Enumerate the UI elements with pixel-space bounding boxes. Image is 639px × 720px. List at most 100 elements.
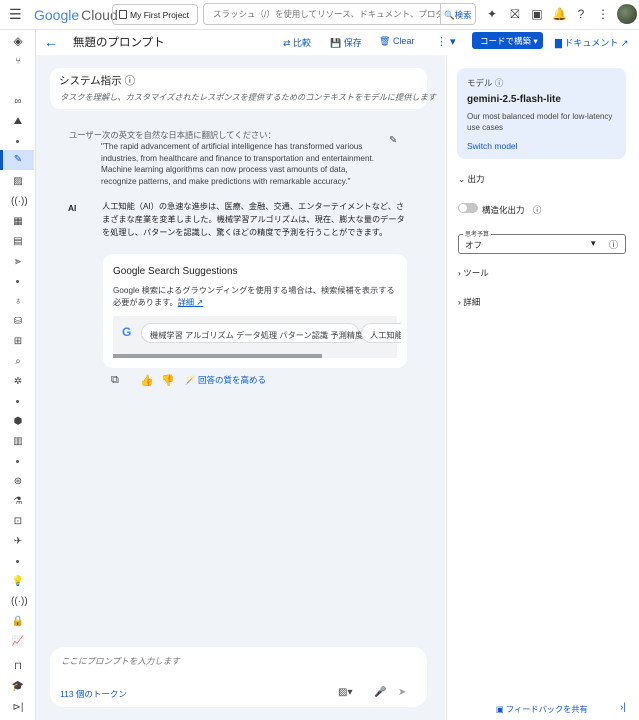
page-title: 無題のプロンプト (73, 37, 165, 49)
model-label: モデル ⓘ (467, 77, 503, 89)
horizontal-scrollbar[interactable] (113, 354, 322, 358)
nav-chart-icon[interactable]: 📈 (11, 636, 25, 648)
search-bar[interactable]: 🔍検索 (203, 3, 476, 25)
system-title-text: システム指示 (59, 75, 122, 87)
gemini-spark-icon[interactable]: ✦ (485, 7, 499, 21)
nav-agent-icon[interactable]: ♁ (11, 296, 25, 308)
nav-model-icon[interactable]: ⊡ (11, 516, 25, 528)
dropdown-arrow-icon[interactable]: ▾ (591, 238, 596, 249)
more-options-icon[interactable]: ⋮ ▾ (436, 35, 456, 48)
switch-model-button[interactable]: Switch model (467, 141, 518, 151)
nav-sliders-icon[interactable]: ⫸ (11, 256, 25, 268)
output-section-toggle[interactable]: ⌄ 出力 (458, 173, 485, 185)
nav-audio-icon[interactable]: ((·)) (11, 196, 28, 208)
help-circle-icon[interactable]: ⓘ (533, 205, 542, 215)
details-link-text: 詳細 (177, 298, 195, 307)
avatar[interactable] (617, 4, 637, 24)
model-label-text: モデル (467, 78, 493, 88)
suggestion-chip[interactable]: 人工知能 (361, 323, 401, 343)
help-circle-icon[interactable]: ⓘ (609, 238, 618, 251)
nav-learn-icon[interactable]: 🎓 (11, 681, 25, 693)
nav-hub-icon[interactable]: ✲ (11, 376, 25, 388)
nav-deploy-icon[interactable]: ✈ (11, 536, 25, 548)
microphone-icon[interactable]: 🎤 (374, 687, 386, 698)
compare-button[interactable]: ⇄ 比較 (283, 36, 311, 49)
gift-icon[interactable]: ⛝ (508, 7, 522, 21)
nav-divider-dot (16, 140, 19, 143)
nav-flask-icon[interactable]: ⚗ (11, 496, 25, 508)
copy-icon[interactable]: ⧉ (111, 374, 119, 387)
open-external-icon: ↗ (620, 38, 629, 48)
nav-signal-icon[interactable]: ((·)) (11, 596, 28, 608)
nav-image-icon[interactable]: ▨ (11, 176, 25, 188)
ai-response-text: 人工知能（AI）の急速な進歩は、医療、金融、交通、エンターテイメントなど、さまざ… (102, 202, 405, 237)
nav-mountain-icon[interactable]: ⛰ (11, 116, 25, 128)
tools-section-toggle[interactable]: › ツール (458, 267, 489, 279)
notifications-icon[interactable]: 🔔 (552, 7, 567, 21)
system-instructions-placeholder[interactable]: タスクを理解し、カスタマイズされたレスポンスを提供するためのコンテキストをモデル… (60, 91, 436, 103)
nav-database-icon[interactable]: ⛁ (11, 316, 25, 328)
details-link[interactable]: 詳細 ↗ (178, 298, 204, 307)
nav-search-icon[interactable]: ⌕ (11, 356, 25, 368)
improve-response-button[interactable]: 🪄 回答の質を高める (185, 374, 266, 386)
user-label: ユーザー (69, 130, 103, 140)
suggestion-chip[interactable]: 機械学習 アルゴリズム データ処理 パターン認識 予測精度 (141, 323, 363, 343)
nav-divider-dot (16, 400, 19, 403)
nav-package-icon[interactable]: ⬢ (11, 416, 25, 428)
logo-google-text: Google (34, 7, 80, 23)
more-vert-icon[interactable]: ⋮ (596, 7, 610, 21)
nav-prompt-icon[interactable]: ✎ (11, 154, 25, 166)
cloud-shell-icon[interactable]: ▣ (530, 7, 544, 21)
vertex-logo-icon[interactable]: ◈ (11, 35, 25, 47)
documentation-link[interactable]: ▇ ドキュメント ↗ (555, 36, 629, 49)
nav-branch-icon[interactable]: ⑂ (11, 56, 25, 68)
help-icon[interactable]: ? (574, 7, 588, 21)
project-name: My First Project (130, 10, 190, 20)
nav-link-icon[interactable]: ∞ (11, 96, 25, 108)
model-name: gemini-2.5-flash-lite (467, 94, 561, 105)
search-input[interactable] (213, 9, 441, 19)
nav-library-icon[interactable]: ▤ (11, 236, 25, 248)
send-icon[interactable]: ➤ (398, 687, 406, 698)
nav-expand-icon[interactable]: ⊳| (11, 702, 25, 714)
nav-table-icon[interactable]: ▥ (11, 436, 25, 448)
edit-pencil-icon[interactable]: ✎ (389, 135, 397, 146)
thumbs-down-icon[interactable]: 👎 (161, 374, 175, 387)
help-circle-icon[interactable]: ⓘ (495, 78, 504, 88)
thumbs-up-icon[interactable]: 👍 (140, 374, 154, 387)
project-selector[interactable]: My First Project (112, 4, 198, 25)
save-icon: 💾 (330, 38, 344, 48)
nav-lightbulb-icon[interactable]: 💡 (11, 576, 25, 588)
back-arrow-icon[interactable]: ← (44, 34, 58, 50)
help-circle-icon[interactable]: ⓘ (125, 75, 136, 87)
thinking-budget-label: 思考予算 (463, 229, 492, 238)
thinking-budget-value: オフ (465, 240, 483, 250)
search-button-label: 検索 (454, 10, 472, 20)
collapse-panel-icon[interactable]: ›| (620, 702, 626, 713)
search-icon: 🔍 (444, 10, 455, 20)
search-button[interactable]: 🔍検索 (440, 4, 475, 24)
clear-button[interactable]: 🗑 Clear (379, 36, 414, 47)
build-with-code-button[interactable]: コードで構築 ▾ (472, 32, 543, 49)
structured-output-switch[interactable] (458, 203, 478, 213)
structured-output-text: 構造化出力 (482, 205, 525, 215)
insert-media-icon[interactable]: ▨▾ (338, 687, 352, 698)
structured-output-label: 構造化出力 ⓘ (482, 204, 541, 216)
user-message-header: ユーザー次の英文を自然な日本語に翻訳してください： (69, 129, 276, 141)
menu-icon[interactable]: ☰ (9, 6, 22, 23)
feedback-button[interactable]: ▣ フィードバックを共有 (496, 703, 588, 715)
nav-grid-icon[interactable]: ⊞ (11, 336, 25, 348)
ai-label: AI (68, 203, 77, 213)
user-prompt-text: 次の英文を自然な日本語に翻訳してください： (102, 130, 276, 140)
nav-tune-icon[interactable]: ▦ (11, 216, 25, 228)
save-label: 保存 (343, 38, 362, 48)
nav-divider-dot (16, 560, 19, 563)
google-cloud-logo[interactable]: Google Cloud (34, 7, 118, 23)
prompt-input[interactable] (61, 656, 361, 666)
nav-pipeline-icon[interactable]: ⊛ (11, 476, 25, 488)
nav-lock-icon[interactable]: 🔒 (11, 616, 25, 628)
save-button[interactable]: 💾 保存 (330, 36, 362, 49)
details-section-toggle[interactable]: › 詳細 (458, 296, 480, 308)
nav-marketplace-icon[interactable]: ⊓ (11, 661, 25, 673)
trash-icon: 🗑 (379, 36, 393, 46)
